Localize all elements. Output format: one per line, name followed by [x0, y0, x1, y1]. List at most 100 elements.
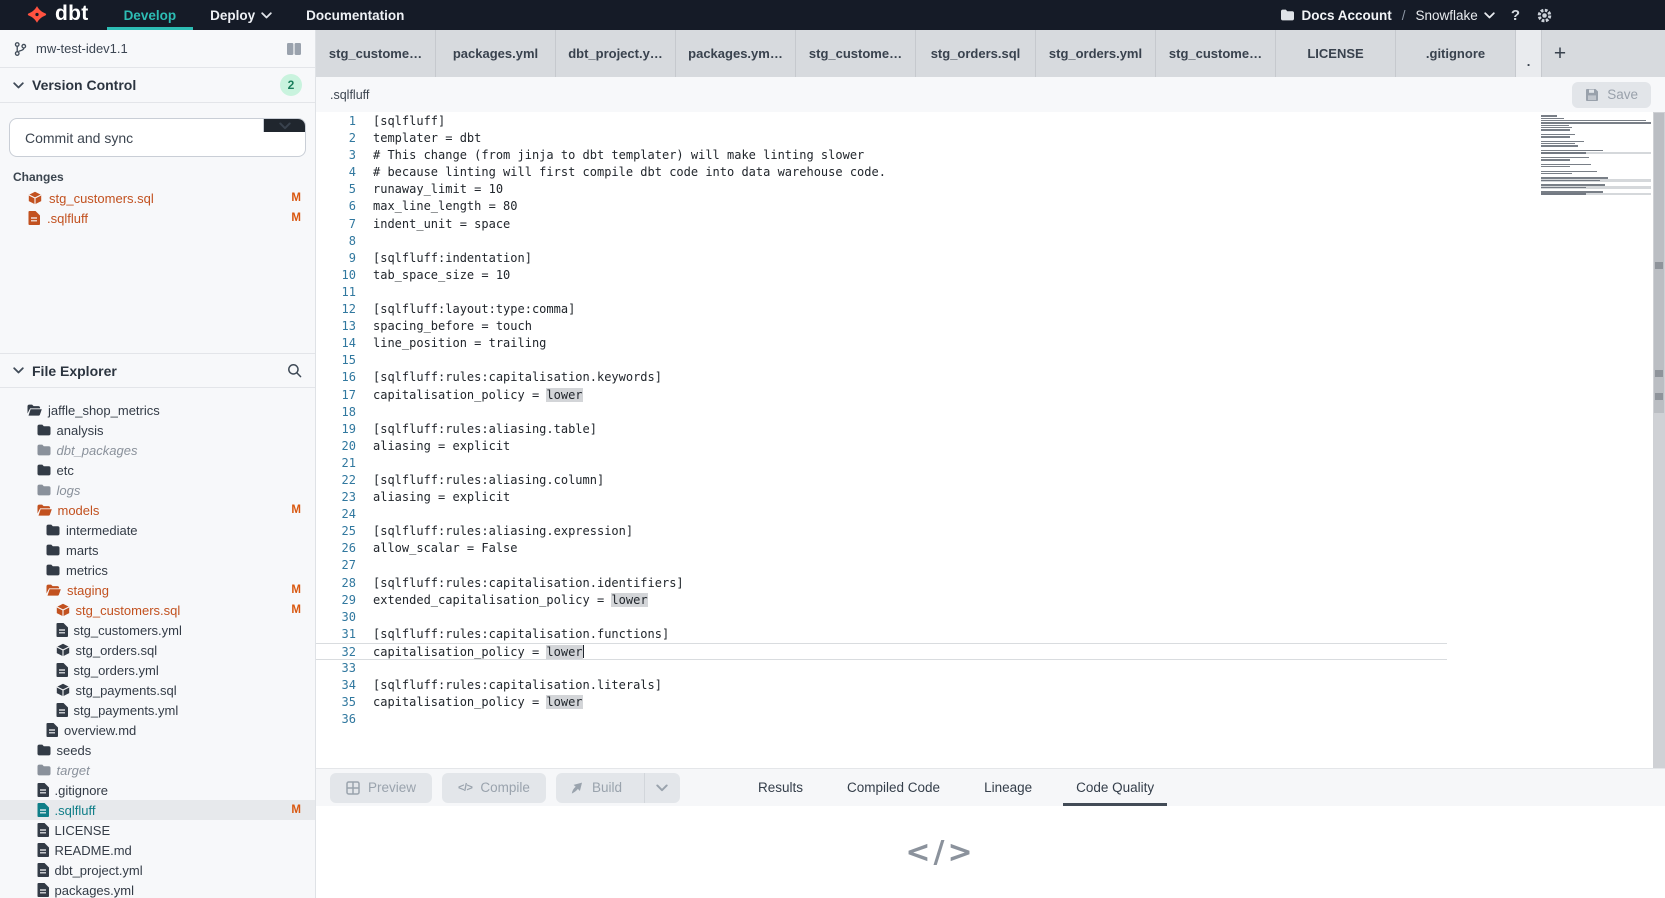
- file-tree-row[interactable]: overview.md: [0, 720, 315, 740]
- connection-selector[interactable]: Snowflake: [1416, 8, 1495, 23]
- file-tree-row[interactable]: stg_customers.yml: [0, 620, 315, 640]
- code-line[interactable]: 19 [sqlfluff:rules:aliasing.table]: [316, 421, 1665, 438]
- code-line[interactable]: 7 indent_unit = space: [316, 216, 1665, 233]
- editor-tab[interactable]: stg_orders.sql: [916, 30, 1036, 77]
- file-tree-row[interactable]: packages.yml: [0, 880, 315, 898]
- bottom-tab[interactable]: Results: [745, 769, 816, 806]
- file-tree-row[interactable]: stg_payments.sql: [0, 680, 315, 700]
- code-line[interactable]: 24: [316, 506, 1665, 523]
- file-tree-row[interactable]: target: [0, 760, 315, 780]
- minimap[interactable]: [1541, 115, 1651, 198]
- code-line[interactable]: 8: [316, 233, 1665, 250]
- version-control-header[interactable]: Version Control 2: [0, 68, 315, 103]
- build-dropdown-button[interactable]: [644, 773, 680, 803]
- editor-tab[interactable]: packages.yml: [436, 30, 556, 77]
- changed-file-row[interactable]: .sqlfluff M: [0, 208, 315, 228]
- build-main[interactable]: Build: [556, 773, 636, 803]
- code-line[interactable]: 29 extended_capitalisation_policy = lowe…: [316, 592, 1665, 609]
- code-line[interactable]: 30: [316, 609, 1665, 626]
- file-tree-row[interactable]: .gitignore: [0, 780, 315, 800]
- commit-options-button[interactable]: [263, 119, 305, 132]
- overflow-tab[interactable]: .: [1516, 30, 1542, 77]
- file-tree-row[interactable]: logs: [0, 480, 315, 500]
- file-tree-row[interactable]: analysis: [0, 420, 315, 440]
- code-line[interactable]: 22 [sqlfluff:rules:aliasing.column]: [316, 472, 1665, 489]
- code-line[interactable]: 17 capitalisation_policy = lower: [316, 387, 1665, 404]
- file-tree-row[interactable]: LICENSE: [0, 820, 315, 840]
- code-line[interactable]: 3 # This change (from jinja to dbt templ…: [316, 147, 1665, 164]
- file-tree-row[interactable]: README.md: [0, 840, 315, 860]
- code-line[interactable]: 6 max_line_length = 80: [316, 198, 1665, 215]
- search-icon[interactable]: [287, 363, 302, 378]
- new-tab-button[interactable]: +: [1542, 30, 1578, 77]
- file-tree-row[interactable]: models M: [0, 500, 315, 520]
- editor-tab[interactable]: stg_orders.yml: [1036, 30, 1156, 77]
- bottom-tab[interactable]: Code Quality: [1063, 769, 1167, 806]
- file-tree-row[interactable]: .sqlfluff M: [0, 800, 315, 820]
- code-line[interactable]: 15: [316, 352, 1665, 369]
- code-line[interactable]: 13 spacing_before = touch: [316, 318, 1665, 335]
- code-line[interactable]: 32 capitalisation_policy = lower: [316, 643, 1447, 660]
- code-line[interactable]: 11: [316, 284, 1665, 301]
- editor-tab[interactable]: stg_custome…: [1156, 30, 1276, 77]
- changed-file-row[interactable]: stg_customers.sql M: [0, 188, 315, 208]
- code-line[interactable]: 2 templater = dbt: [316, 130, 1665, 147]
- save-button[interactable]: Save: [1572, 82, 1651, 108]
- settings-gear-icon[interactable]: [1536, 7, 1553, 24]
- editor-tab[interactable]: dbt_project.y…: [556, 30, 676, 77]
- file-tree-row[interactable]: dbt_packages: [0, 440, 315, 460]
- file-tree-row[interactable]: dbt_project.yml: [0, 860, 315, 880]
- code-line[interactable]: 21: [316, 455, 1665, 472]
- file-tree-row[interactable]: staging M: [0, 580, 315, 600]
- topnav-item[interactable]: Deploy: [193, 0, 289, 30]
- code-line[interactable]: 33: [316, 660, 1665, 677]
- file-tree-row[interactable]: intermediate: [0, 520, 315, 540]
- code-line[interactable]: 35 capitalisation_policy = lower: [316, 694, 1665, 711]
- code-line[interactable]: 5 runaway_limit = 10: [316, 181, 1665, 198]
- editor-tab[interactable]: stg_custome…: [796, 30, 916, 77]
- file-tree-row[interactable]: jaffle_shop_metrics: [0, 400, 315, 420]
- code-line[interactable]: 14 line_position = trailing: [316, 335, 1665, 352]
- code-line[interactable]: 10 tab_space_size = 10: [316, 267, 1665, 284]
- code-line[interactable]: 12 [sqlfluff:layout:type:comma]: [316, 301, 1665, 318]
- help-button[interactable]: ?: [1505, 7, 1526, 24]
- branch-row[interactable]: mw-test-idev1.1: [0, 30, 315, 68]
- editor-tab[interactable]: stg_custome…: [316, 30, 436, 77]
- code-line[interactable]: 25 [sqlfluff:rules:aliasing.expression]: [316, 523, 1665, 540]
- topnav-item[interactable]: Documentation: [289, 0, 421, 30]
- commit-and-sync-button[interactable]: Commit and sync: [9, 118, 306, 157]
- editor-tab[interactable]: .gitignore: [1396, 30, 1516, 77]
- bottom-tab[interactable]: Lineage: [971, 769, 1045, 806]
- file-tree-row[interactable]: stg_orders.yml: [0, 660, 315, 680]
- file-tree-row[interactable]: etc: [0, 460, 315, 480]
- compile-button[interactable]: </> Compile: [442, 773, 546, 803]
- code-line[interactable]: 1 [sqlfluff]: [316, 113, 1665, 130]
- code-line[interactable]: 36: [316, 711, 1665, 728]
- panels-icon[interactable]: [286, 42, 302, 56]
- editor-scrollbar[interactable]: [1653, 112, 1665, 768]
- file-tree-row[interactable]: marts: [0, 540, 315, 560]
- file-tree-row[interactable]: seeds: [0, 740, 315, 760]
- editor-tab[interactable]: LICENSE: [1276, 30, 1396, 77]
- code-line[interactable]: 4 # because linting will first compile d…: [316, 164, 1665, 181]
- code-line[interactable]: 9 [sqlfluff:indentation]: [316, 250, 1665, 267]
- build-button[interactable]: Build: [556, 773, 680, 803]
- file-tree-row[interactable]: stg_payments.yml: [0, 700, 315, 720]
- code-line[interactable]: 27: [316, 557, 1665, 574]
- code-line[interactable]: 28 [sqlfluff:rules:capitalisation.identi…: [316, 575, 1665, 592]
- preview-button[interactable]: Preview: [330, 773, 432, 803]
- editor-tab[interactable]: packages.ym…: [676, 30, 796, 77]
- topnav-item[interactable]: Develop: [107, 0, 194, 30]
- code-line[interactable]: 34 [sqlfluff:rules:capitalisation.litera…: [316, 677, 1665, 694]
- code-line[interactable]: 16 [sqlfluff:rules:capitalisation.keywor…: [316, 369, 1665, 386]
- code-line[interactable]: 26 allow_scalar = False: [316, 540, 1665, 557]
- file-tree-row[interactable]: stg_customers.sql M: [0, 600, 315, 620]
- dbt-logo[interactable]: dbt: [0, 0, 107, 30]
- code-line[interactable]: 23 aliasing = explicit: [316, 489, 1665, 506]
- file-tree-row[interactable]: metrics: [0, 560, 315, 580]
- code-line[interactable]: 31 [sqlfluff:rules:capitalisation.functi…: [316, 626, 1665, 643]
- code-line[interactable]: 18: [316, 404, 1665, 421]
- bottom-tab[interactable]: Compiled Code: [834, 769, 953, 806]
- file-explorer-header[interactable]: File Explorer: [0, 353, 315, 388]
- code-line[interactable]: 20 aliasing = explicit: [316, 438, 1665, 455]
